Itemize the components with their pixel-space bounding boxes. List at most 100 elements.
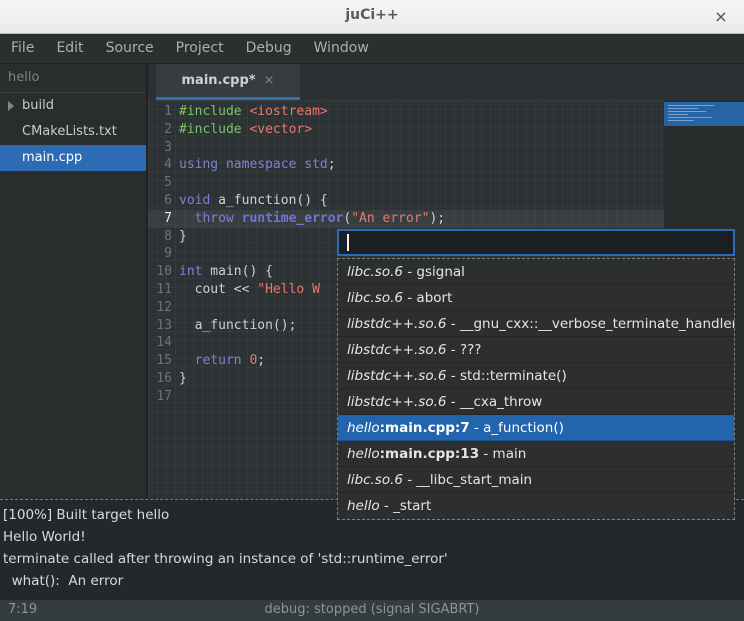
line-number: 10 [148,263,172,281]
frame-library: libc.so.6 [347,264,403,280]
line-number: 2 [148,121,172,139]
backtrace-search-input[interactable] [337,229,735,256]
line-number: 5 [148,174,172,192]
code-line-text [172,174,179,192]
menu-item-source[interactable]: Source [95,34,165,63]
line-number: 3 [148,139,172,157]
code-line: 2#include <vector> [148,121,664,139]
tab-close-icon[interactable]: × [264,73,275,88]
frame-function: - abort [403,290,452,306]
code-line: 5 [148,174,664,192]
statusbar: 7:19 debug: stopped (signal SIGABRT) [0,600,744,621]
line-number: 7 [148,210,172,228]
tree-item-label: build [22,98,54,113]
code-line-text: using namespace std; [172,156,336,174]
minimap-code-preview [668,108,698,109]
line-number: 6 [148,192,172,210]
close-icon[interactable]: × [710,6,732,28]
frame-library: libstdc++.so.6 [347,316,446,332]
backtrace-item[interactable]: hello:main.cpp:13 - main [338,441,734,467]
frame-library: hello [347,446,380,462]
code-line-text: int main() { [172,263,273,281]
code-line: 1#include <iostream> [148,103,664,121]
backtrace-item[interactable]: hello:main.cpp:7 - a_function() [338,415,734,441]
minimap-viewport[interactable] [664,102,744,126]
code-line-text: } [172,370,187,388]
code-line-text [172,245,179,263]
text-caret [347,234,349,251]
code-line-text [172,334,179,352]
code-line-text [172,139,179,157]
window-title: juCi++ [0,7,744,23]
line-number: 14 [148,334,172,352]
line-number: 1 [148,103,172,121]
chevron-right-icon[interactable] [8,101,14,111]
line-number: 15 [148,352,172,370]
frame-function: - __cxa_throw [446,394,542,410]
frame-function: - __gnu_cxx::__verbose_terminate_handler… [446,316,734,332]
code-line: 7 throw runtime_error("An error"); [148,210,664,228]
project-root-label: hello [0,64,146,93]
menu-item-project[interactable]: Project [165,34,235,63]
frame-function: - _start [380,498,432,514]
frame-location: :main.cpp:7 [380,420,470,436]
code-line-text [172,388,179,406]
code-line-text: #include <iostream> [172,103,328,121]
backtrace-item[interactable]: libstdc++.so.6 - __gnu_cxx::__verbose_te… [338,311,734,337]
frame-library: hello [347,498,380,514]
menu-item-edit[interactable]: Edit [45,34,94,63]
tab-strip: main.cpp* × [148,64,744,100]
backtrace-item[interactable]: libc.so.6 - gsignal [338,259,734,285]
tab-main-cpp[interactable]: main.cpp* × [156,64,300,100]
code-line-text: } [172,228,187,246]
output-line: Hello World! [3,526,744,548]
project-tree-sidebar: hello build CMakeLists.txt main.cpp [0,64,148,499]
output-line: terminate called after throwing an insta… [3,548,744,570]
minimap-code-preview [668,120,694,121]
tree-item-cmakelists-txt[interactable]: CMakeLists.txt [0,119,146,145]
line-number: 8 [148,228,172,246]
backtrace-list: libc.so.6 - gsignallibc.so.6 - abortlibs… [337,258,735,520]
frame-library: libstdc++.so.6 [347,342,446,358]
frame-location: :main.cpp:13 [380,446,479,462]
frame-function: - main [479,446,526,462]
titlebar: juCi++ × [0,0,744,34]
minimap-code-preview [668,105,714,106]
tree-item-build[interactable]: build [0,93,146,119]
tree-item-label: main.cpp [22,150,82,165]
frame-function: - __libc_start_main [403,472,532,488]
backtrace-item[interactable]: libstdc++.so.6 - __cxa_throw [338,389,734,415]
line-number: 12 [148,299,172,317]
backtrace-item[interactable]: libstdc++.so.6 - std::terminate() [338,363,734,389]
menu-item-debug[interactable]: Debug [235,34,303,63]
backtrace-item[interactable]: libc.so.6 - abort [338,285,734,311]
frame-library: libc.so.6 [347,472,403,488]
line-number: 13 [148,317,172,335]
code-line: 4using namespace std; [148,156,664,174]
line-number: 4 [148,156,172,174]
code-line: 6void a_function() { [148,192,664,210]
backtrace-item[interactable]: libc.so.6 - __libc_start_main [338,467,734,493]
line-number: 9 [148,245,172,263]
code-line-text: void a_function() { [172,192,328,210]
backtrace-popup: libc.so.6 - gsignallibc.so.6 - abortlibs… [337,229,735,520]
line-number: 16 [148,370,172,388]
frame-function: - std::terminate() [446,368,566,384]
tree-item-main-cpp[interactable]: main.cpp [0,145,146,171]
menu-item-window[interactable]: Window [303,34,380,63]
frame-library: libc.so.6 [347,290,403,306]
tree-item-label: CMakeLists.txt [22,124,117,139]
frame-library: hello [347,420,380,436]
code-line-text: #include <vector> [172,121,312,139]
backtrace-item[interactable]: libstdc++.so.6 - ??? [338,337,734,363]
code-line-text: return 0; [172,352,265,370]
frame-function: - a_function() [470,420,564,436]
backtrace-item[interactable]: hello - _start [338,493,734,519]
debug-status-label: debug: stopped (signal SIGABRT) [0,602,744,617]
frame-library: libstdc++.so.6 [347,394,446,410]
line-number: 17 [148,388,172,406]
code-line-text: a_function(); [172,317,296,335]
code-line-text: cout << "Hello W [172,281,320,299]
code-line: 3 [148,139,664,157]
menu-item-file[interactable]: File [0,34,45,63]
